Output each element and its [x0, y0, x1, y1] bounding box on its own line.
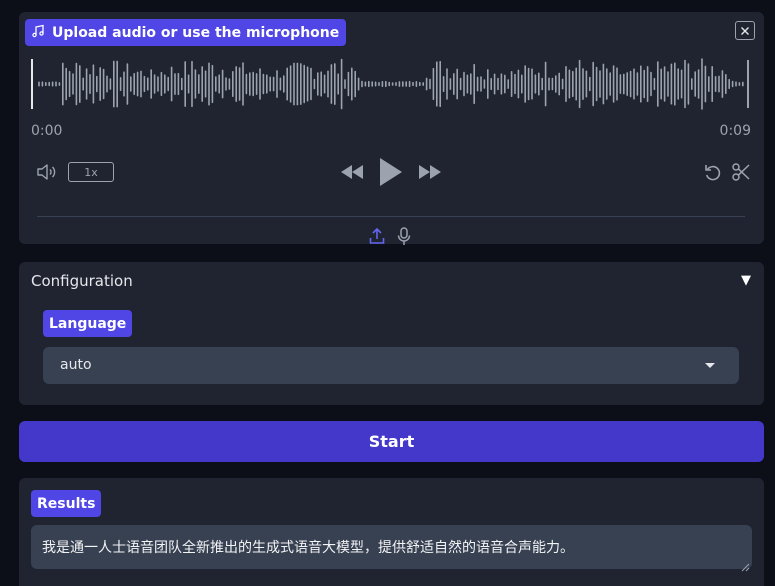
- microphone-icon: [397, 227, 411, 250]
- upload-source-button[interactable]: [369, 227, 385, 245]
- music-note-icon: [31, 24, 45, 42]
- configuration-title[interactable]: Configuration: [31, 272, 133, 290]
- chevron-down-icon: [705, 363, 715, 368]
- scissors-icon: [731, 163, 751, 186]
- undo-icon: [703, 165, 723, 186]
- close-icon: [740, 21, 750, 40]
- results-textarea[interactable]: 我是通一人士语音团队全新推出的生成式语音大模型，提供舒适自然的语音合声能力。: [31, 525, 752, 572]
- audio-input-badge: Upload audio or use the microphone: [25, 19, 347, 46]
- total-duration: 0:09: [719, 123, 751, 139]
- results-panel: Results 我是通一人士语音团队全新推出的生成式语音大模型，提供舒适自然的语…: [19, 478, 764, 586]
- microphone-source-button[interactable]: [397, 227, 411, 246]
- volume-icon: [36, 164, 58, 186]
- audio-panel: Upload audio or use the microphone 0:00 …: [19, 12, 764, 246]
- fast-forward-icon: [417, 165, 443, 185]
- audio-input-label: Upload audio or use the microphone: [52, 24, 340, 41]
- trim-button[interactable]: [731, 162, 751, 182]
- start-button[interactable]: Start: [19, 421, 764, 462]
- upload-icon: [369, 228, 385, 249]
- rewind-button[interactable]: [339, 163, 365, 181]
- resize-handle-icon[interactable]: [740, 557, 750, 572]
- language-dropdown[interactable]: auto: [43, 347, 739, 384]
- undo-button[interactable]: [703, 162, 723, 182]
- play-icon: [377, 158, 405, 192]
- results-text: 我是通一人士语音团队全新推出的生成式语音大模型，提供舒适自然的语音合声能力。: [42, 540, 574, 556]
- rewind-icon: [339, 165, 365, 185]
- current-time: 0:00: [31, 123, 63, 139]
- clear-audio-button[interactable]: [735, 21, 755, 40]
- results-label: Results: [31, 490, 102, 517]
- language-selected-value: auto: [60, 357, 92, 373]
- play-button[interactable]: [377, 156, 405, 188]
- fast-forward-button[interactable]: [417, 163, 443, 181]
- configuration-collapse-toggle[interactable]: ▼: [741, 273, 751, 288]
- configuration-panel: Configuration ▼ Language auto: [19, 262, 764, 405]
- panel-divider: [37, 216, 745, 217]
- language-label: Language: [43, 310, 133, 337]
- playback-speed-button[interactable]: 1x: [68, 162, 114, 182]
- volume-button[interactable]: [36, 162, 58, 182]
- audio-waveform[interactable]: [31, 56, 749, 112]
